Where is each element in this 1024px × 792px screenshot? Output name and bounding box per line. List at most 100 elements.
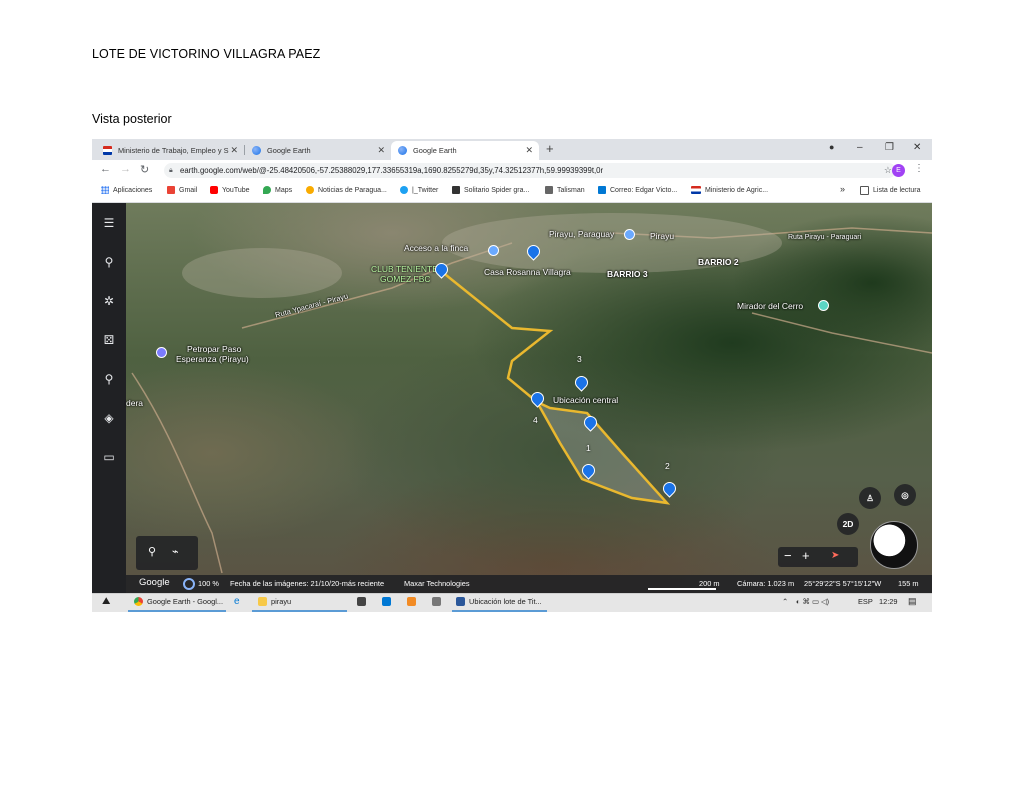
youtube-icon xyxy=(210,186,218,194)
placemark-tools: ⚲ ⌁ xyxy=(136,536,198,570)
tab-label: Ministerio de Trabajo, Empleo y S xyxy=(118,146,229,155)
tray-chevron-icon[interactable]: ⌃ xyxy=(782,597,788,606)
close-window-icon[interactable]: ✕ xyxy=(913,142,921,153)
mail-icon[interactable] xyxy=(382,597,395,606)
reload-icon[interactable]: ↻ xyxy=(140,163,149,176)
compass-icon[interactable]: ➤ xyxy=(831,550,839,561)
close-icon[interactable]: ✕ xyxy=(377,145,385,156)
measure-icon[interactable]: ▭ xyxy=(101,449,117,465)
news-icon xyxy=(306,186,314,194)
taskbar-item-chrome[interactable]: Google Earth - Googl... xyxy=(134,597,223,606)
bookmark-label: Ministerio de Agric... xyxy=(705,186,769,194)
folder-icon xyxy=(258,597,267,606)
map-overlay xyxy=(131,213,932,574)
bookmark-label: YouTube xyxy=(222,186,250,194)
tray-icons[interactable]: ◐ ⌘ ▭ ◁) xyxy=(796,597,829,606)
tab-label: Google Earth xyxy=(413,146,457,155)
map-label: BARRIO 3 xyxy=(607,269,648,279)
add-path-icon[interactable]: ⌁ xyxy=(172,545,179,558)
toggle-2d-button[interactable]: 2D xyxy=(837,513,859,535)
gmail-icon xyxy=(167,186,175,194)
menu-icon[interactable]: ☰ xyxy=(101,215,117,231)
zoom-in-button[interactable]: + xyxy=(802,548,810,563)
scale-bar xyxy=(648,588,716,590)
poi-marker[interactable] xyxy=(156,347,167,358)
add-placemark-icon[interactable]: ⚲ xyxy=(148,545,156,558)
map-label: Petropar Paso xyxy=(187,344,242,354)
url-field[interactable]: 🔒︎ earth.google.com/web/@-25.48420506,-5… xyxy=(164,163,896,178)
poi-marker[interactable] xyxy=(818,300,829,311)
language-indicator[interactable]: ESP xyxy=(858,597,873,606)
my-location-icon[interactable]: ◎ xyxy=(894,484,916,506)
zoom-out-button[interactable]: − xyxy=(784,548,792,563)
voyager-icon[interactable]: ✲ xyxy=(101,293,117,309)
poi-marker[interactable] xyxy=(488,245,499,256)
menu-kebab-icon[interactable]: ⋮ xyxy=(914,163,924,174)
bookmark-maps[interactable]: Maps xyxy=(263,186,292,194)
bookmark-label: |_Twitter xyxy=(412,186,439,194)
clock[interactable]: 12:29 xyxy=(879,597,898,606)
map-label: Esperanza (Pirayu) xyxy=(176,354,249,364)
taskbar-item-word[interactable]: Ubicación lote de Tit... xyxy=(456,597,542,606)
bookmark-twitter[interactable]: |_Twitter xyxy=(400,186,438,194)
tab-google-earth-1[interactable]: Google Earth ✕ xyxy=(245,141,391,160)
bookmarks-overflow[interactable]: » xyxy=(840,184,845,194)
bookmark-correo[interactable]: Correo: Edgar Victo... xyxy=(598,186,677,194)
globe-icon[interactable] xyxy=(870,521,918,569)
earth-view[interactable]: ☰ ⚲ ✲ ⚄ ⚲ ◈ ▭ Acceso a la finca Pirayu, … xyxy=(92,203,932,593)
reading-list-icon xyxy=(860,186,869,195)
bookmark-label: Maps xyxy=(275,186,293,194)
tab-search-icon[interactable]: ● xyxy=(829,142,834,152)
google-logo: Google xyxy=(139,577,170,588)
map-label: Mirador del Cerro xyxy=(737,301,804,311)
profile-avatar[interactable]: E xyxy=(892,164,905,177)
bookmark-ministerio-agric[interactable]: Ministerio de Agric... xyxy=(691,186,768,194)
bookmark-gmail[interactable]: Gmail xyxy=(167,186,197,194)
media-icon[interactable] xyxy=(407,597,420,606)
bookmark-label: Correo: Edgar Victo... xyxy=(610,186,678,194)
start-icon[interactable]: ⛰ xyxy=(102,596,110,607)
paraguay-flag-icon xyxy=(691,186,701,194)
active-indicator xyxy=(252,610,347,612)
search-icon[interactable]: ⚲ xyxy=(101,254,117,270)
calculator-icon[interactable] xyxy=(432,597,445,606)
active-indicator xyxy=(128,610,226,612)
taskbar-item-folder[interactable]: pirayu xyxy=(258,597,291,606)
zoom-controls: − + ➤ xyxy=(778,547,858,567)
back-icon[interactable]: ← xyxy=(100,163,111,175)
tab-google-earth-2[interactable]: Google Earth ✕ xyxy=(391,141,539,160)
maps-icon xyxy=(263,186,271,194)
bookmark-star-icon[interactable]: ☆ xyxy=(884,163,892,178)
store-icon[interactable] xyxy=(357,597,370,606)
tab-ministerio[interactable]: Ministerio de Trabajo, Empleo y S ✕ xyxy=(96,141,244,160)
poi-marker[interactable] xyxy=(624,229,635,240)
map-style-icon[interactable]: ◈ xyxy=(101,410,117,426)
bookmark-label: Gmail xyxy=(179,186,198,194)
minimize-icon[interactable]: – xyxy=(857,142,863,153)
bookmark-solitario[interactable]: Solitario Spider gra... xyxy=(452,186,529,194)
bookmark-aplicaciones[interactable]: Aplicaciones xyxy=(101,186,152,194)
forward-icon[interactable]: → xyxy=(120,163,131,175)
windows-taskbar: ⛰ Google Earth - Googl... e pirayu Ubica… xyxy=(92,593,932,612)
close-icon[interactable]: ✕ xyxy=(525,145,533,156)
map-label: dera xyxy=(126,398,144,408)
earth-status-bar: Google 100 % Fecha de las imágenes: 21/1… xyxy=(92,575,932,593)
new-tab-button[interactable]: + xyxy=(546,141,554,156)
bookmark-talisman[interactable]: Talisman xyxy=(545,186,585,194)
close-icon[interactable]: ✕ xyxy=(230,145,238,156)
bookmarks-bar: Aplicaciones Gmail YouTube Maps Noticias… xyxy=(92,181,932,203)
map-label: BARRIO 2 xyxy=(698,257,739,267)
outlook-icon xyxy=(598,186,606,194)
notifications-icon[interactable]: ▤ xyxy=(908,596,917,607)
bookmark-noticias[interactable]: Noticias de Paragua... xyxy=(306,186,387,194)
pegman-icon[interactable]: ♙ xyxy=(859,487,881,509)
bookmark-youtube[interactable]: YouTube xyxy=(210,186,250,194)
elevation: 155 m xyxy=(898,579,919,588)
feeling-lucky-icon[interactable]: ⚄ xyxy=(101,332,117,348)
map-label: GOMEZ FBC xyxy=(380,274,431,284)
restore-icon[interactable]: ❐ xyxy=(885,142,894,153)
edge-icon[interactable]: e xyxy=(234,596,240,607)
projects-icon[interactable]: ⚲ xyxy=(101,371,117,387)
reading-list[interactable]: Lista de lectura xyxy=(860,186,920,195)
address-bar-row: ← → ↻ 🔒︎ earth.google.com/web/@-25.48420… xyxy=(92,160,932,181)
